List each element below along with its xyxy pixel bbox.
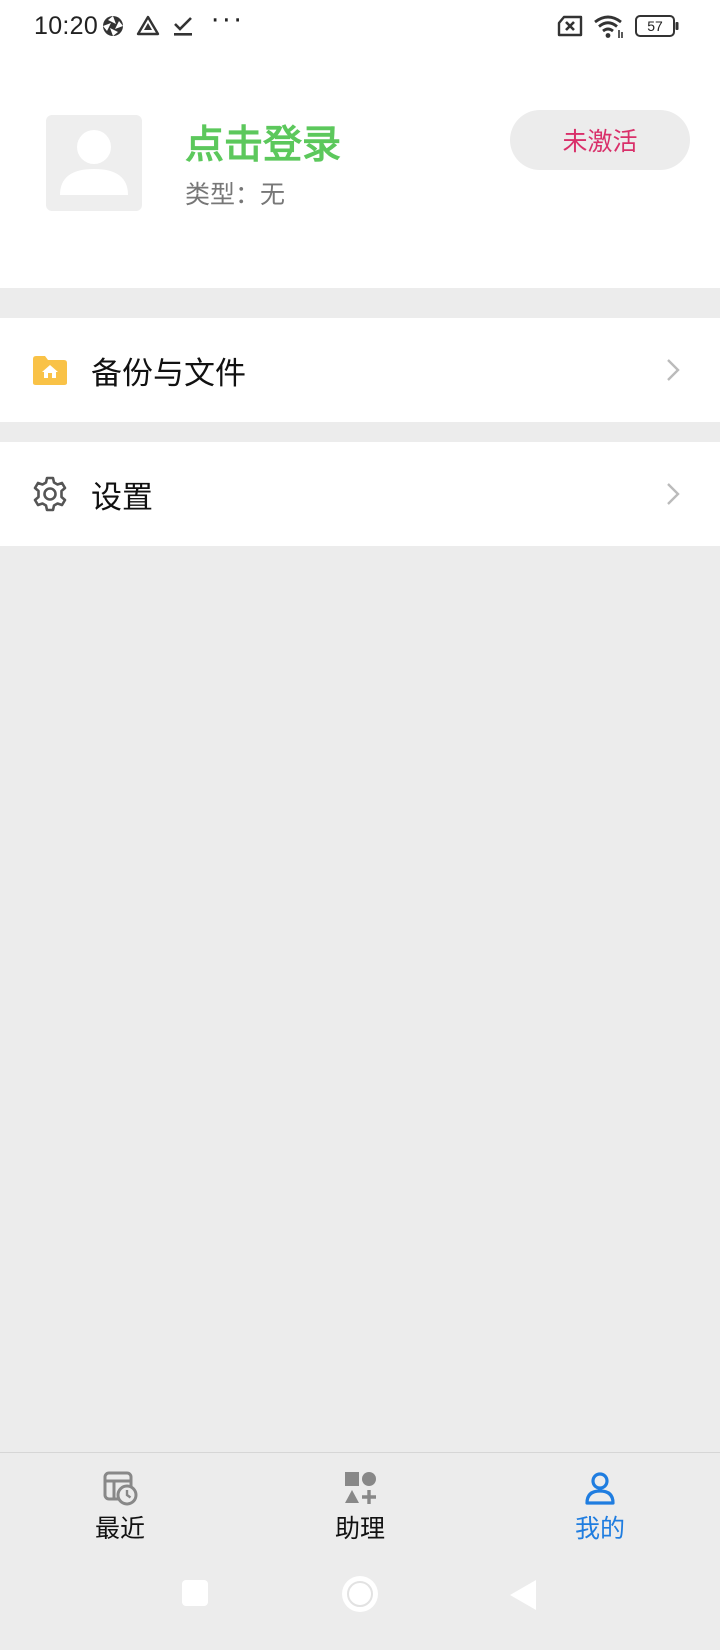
home-circle-icon[interactable] [340,1574,380,1614]
status-bar: 10:20 ··· 57 [0,0,720,56]
recent-icon [103,1471,138,1506]
account-type: 类型：无 [185,180,286,209]
download-done-icon [174,17,192,36]
recents-square-icon[interactable] [180,1578,210,1608]
person-icon [585,1472,615,1505]
login-link[interactable]: 点击登录 [185,114,341,170]
tab-mine[interactable]: 我的 [520,1453,680,1549]
apps-shapes-icon [345,1472,376,1504]
battery-level: 57 [647,18,663,34]
gear-icon [33,476,67,512]
folder-home-icon [33,356,67,385]
activation-status-button[interactable]: 未激活 [510,110,690,170]
aperture-icon [103,16,123,36]
profile-header: 点击登录 类型：无 未激活 [0,56,720,288]
menu-item-label: 设置 [91,480,153,516]
system-navigation-bar [0,1548,720,1650]
wifi-icon [594,15,623,38]
tab-assistant[interactable]: 助理 [280,1453,440,1549]
back-triangle-icon[interactable] [508,1578,538,1612]
chevron-right-icon [667,483,680,505]
tab-recent[interactable]: 最近 [40,1453,200,1549]
menu-item-backup-files[interactable]: 备份与文件 [0,318,720,422]
tab-label: 助理 [334,1514,385,1543]
avatar[interactable] [46,115,142,211]
chevron-right-icon [667,359,680,381]
battery-indicator: 57 [635,15,679,37]
tab-label: 最近 [94,1514,145,1543]
bottom-navigation: 最近 助理 我的 [0,1452,720,1548]
no-sim-icon [557,15,583,37]
status-time: 10:20 [34,12,99,40]
menu-item-label: 备份与文件 [91,356,246,392]
more-notifications: ··· [211,6,245,36]
drive-icon [136,15,160,36]
tab-label: 我的 [574,1514,625,1543]
person-placeholder-icon [60,130,128,195]
menu-item-settings[interactable]: 设置 [0,442,720,546]
